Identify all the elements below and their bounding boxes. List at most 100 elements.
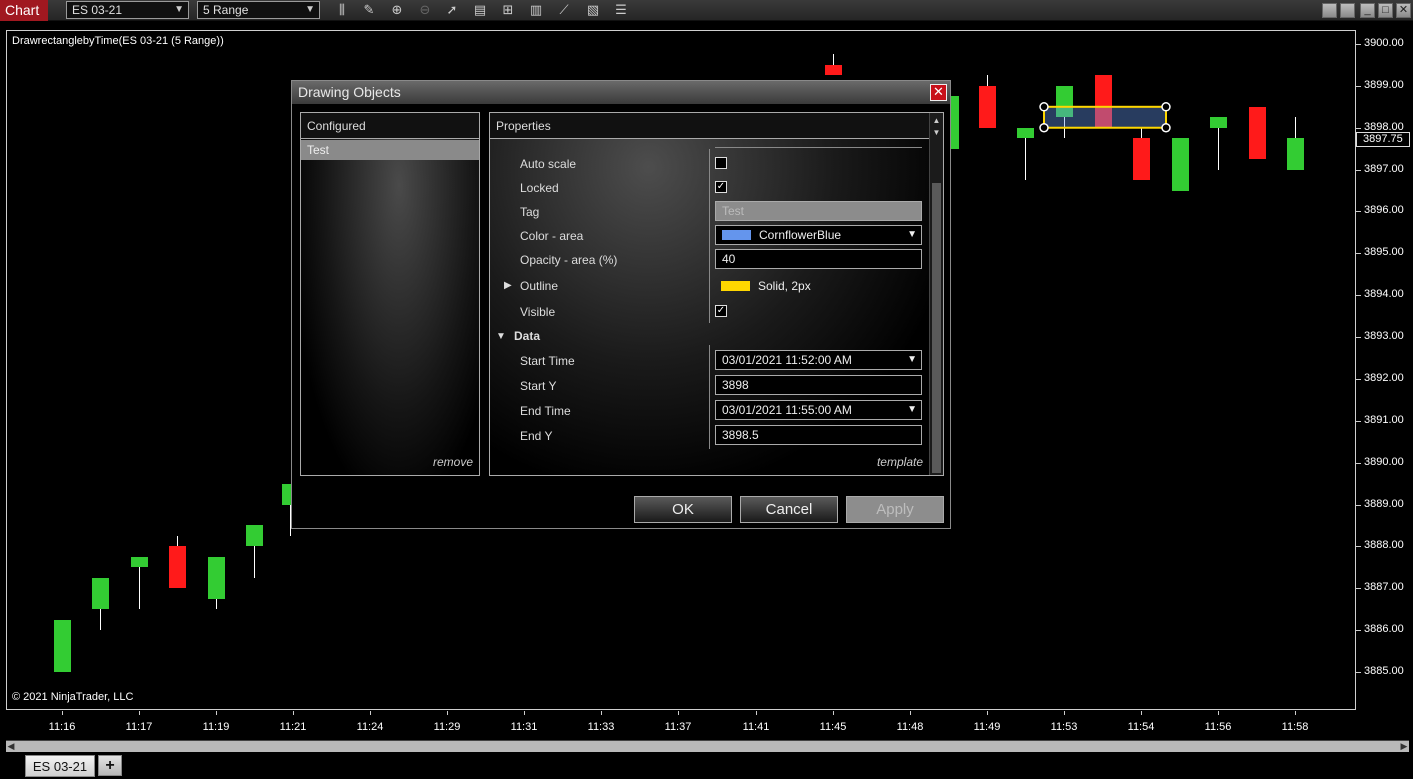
chevron-down-icon: ▼ [907, 354, 917, 365]
y-axis-label: 3900.00 [1364, 37, 1404, 49]
y-axis-label: 3892.00 [1364, 371, 1404, 384]
locked-label: Locked [520, 181, 559, 195]
y-axis-label: 3898.00 [1364, 120, 1404, 133]
color-swatch [722, 230, 751, 240]
color-area-select[interactable]: CornflowerBlue ▼ [715, 225, 922, 245]
rectangle-anchor-handle[interactable] [1039, 122, 1049, 133]
y-axis-tick [1356, 588, 1361, 590]
properties-header: Properties [490, 113, 929, 139]
scroll-thumb[interactable] [932, 183, 941, 473]
y-axis-label: 3889.00 [1364, 497, 1404, 510]
y-axis-tick [1356, 420, 1361, 422]
y-axis-tick [1356, 672, 1361, 673]
y-axis-tick [1356, 504, 1361, 506]
y-axis-label: 3885.00 [1364, 665, 1404, 677]
close-icon[interactable]: ✕ [930, 84, 947, 101]
outline-value[interactable]: Solid, 2px [721, 279, 811, 293]
y-axis-label: 3887.00 [1364, 581, 1404, 594]
locked-checkbox[interactable]: ✓ [715, 181, 727, 193]
y-axis-label: 3894.00 [1364, 288, 1404, 301]
y-axis-label: 3895.00 [1364, 246, 1404, 259]
data-section-label: Data [514, 329, 541, 343]
configured-panel: Configured Test remove [300, 112, 480, 476]
outline-label: Outline [520, 279, 559, 293]
x-axis-label: 11:19 [202, 721, 230, 733]
x-axis-tick [370, 711, 371, 715]
start-y-field[interactable]: 3898 [715, 375, 922, 395]
ok-button[interactable]: OK [634, 496, 732, 523]
start-y-label: Start Y [520, 379, 557, 393]
end-y-field[interactable]: 3898.5 [715, 425, 922, 445]
x-axis-label: 11:29 [433, 721, 461, 733]
x-axis-label: 11:33 [587, 721, 615, 733]
scroll-right-icon[interactable]: ▶ [1399, 741, 1409, 752]
outline-swatch [721, 281, 750, 291]
tab-es-03-21[interactable]: ES 03-21 [25, 755, 95, 777]
remove-link[interactable]: remove [433, 455, 473, 469]
y-axis-label: 3890.00 [1364, 455, 1404, 468]
properties-scrollbar[interactable]: ▲ ▼ [929, 113, 943, 475]
x-axis-label: 11:58 [1281, 721, 1309, 733]
configured-item-test[interactable]: Test [301, 140, 479, 160]
scroll-down-icon[interactable]: ▼ [930, 127, 943, 139]
time-axis[interactable]: 11:16 11:17 11:19 11:21 11:24 11:29 11:31 11:33… [0, 711, 1356, 739]
x-axis-tick [62, 711, 63, 715]
x-axis-tick [1141, 711, 1142, 715]
rectangle-anchor-handle[interactable] [1039, 102, 1049, 112]
apply-button[interactable]: Apply [846, 496, 944, 523]
y-axis-tick [1356, 253, 1361, 255]
x-axis-tick [1295, 711, 1296, 715]
collapse-down-icon[interactable]: ▼ [496, 331, 506, 342]
rectangle-anchor-handle[interactable] [1161, 102, 1171, 112]
x-axis-label: 11:56 [1204, 721, 1232, 733]
x-axis-tick [1064, 711, 1065, 715]
x-axis-label: 11:24 [356, 721, 384, 733]
template-link[interactable]: template [877, 455, 923, 469]
end-y-label: End Y [520, 429, 553, 443]
x-axis-label: 11:45 [819, 721, 847, 733]
x-axis-label: 11:37 [664, 721, 692, 733]
horizontal-scrollbar[interactable]: ◀ ▶ [6, 740, 1409, 752]
dialog-header[interactable]: Drawing Objects ✕ [292, 81, 950, 104]
x-axis-tick [601, 711, 602, 715]
x-axis-label: 11:41 [742, 721, 770, 733]
x-axis-label: 11:49 [973, 721, 1001, 733]
y-axis-label: 3897.00 [1364, 162, 1404, 175]
x-axis-tick [833, 711, 834, 715]
rectangle-anchor-handle[interactable] [1161, 122, 1171, 133]
scroll-up-icon[interactable]: ▲ [930, 115, 943, 127]
x-axis-label: 11:54 [1127, 721, 1155, 733]
chevron-down-icon: ▼ [907, 404, 917, 415]
y-axis-label: 3899.00 [1364, 78, 1404, 91]
x-axis-label: 11:53 [1050, 721, 1078, 733]
drawn-rectangle[interactable] [1043, 105, 1167, 129]
y-axis-label: 3896.00 [1364, 204, 1404, 217]
opacity-label: Opacity - area (%) [520, 253, 618, 267]
end-time-field[interactable]: 03/01/2021 11:55:00 AM ▼ [715, 400, 922, 420]
cancel-button[interactable]: Cancel [740, 496, 838, 523]
opacity-field[interactable]: 40 [715, 249, 922, 269]
auto-scale-checkbox[interactable] [715, 157, 727, 169]
start-time-value: 03/01/2021 11:52:00 AM [722, 353, 852, 367]
y-axis-tick [1356, 337, 1361, 339]
end-time-label: End Time [520, 404, 571, 418]
expand-right-icon[interactable]: ▶ [504, 280, 512, 291]
visible-checkbox[interactable]: ✓ [715, 305, 727, 317]
y-axis-tick [1356, 630, 1361, 632]
configured-header: Configured [301, 113, 479, 139]
dialog-title: Drawing Objects [298, 84, 401, 100]
x-axis-tick [910, 711, 911, 715]
x-axis-tick [678, 711, 679, 715]
end-time-value: 03/01/2021 11:55:00 AM [722, 403, 852, 417]
visible-label: Visible [520, 305, 556, 319]
x-axis-tick [1218, 711, 1219, 715]
scroll-left-icon[interactable]: ◀ [6, 741, 16, 752]
color-area-label: Color - area [520, 229, 584, 243]
x-axis-tick [293, 711, 294, 715]
x-axis-tick [524, 711, 525, 715]
start-time-field[interactable]: 03/01/2021 11:52:00 AM ▼ [715, 350, 922, 370]
y-axis-tick [1356, 211, 1361, 213]
add-tab-button[interactable]: + [98, 755, 122, 776]
bottom-tabs: ES 03-21 + [0, 753, 1413, 779]
chevron-down-icon: ▼ [907, 229, 917, 240]
